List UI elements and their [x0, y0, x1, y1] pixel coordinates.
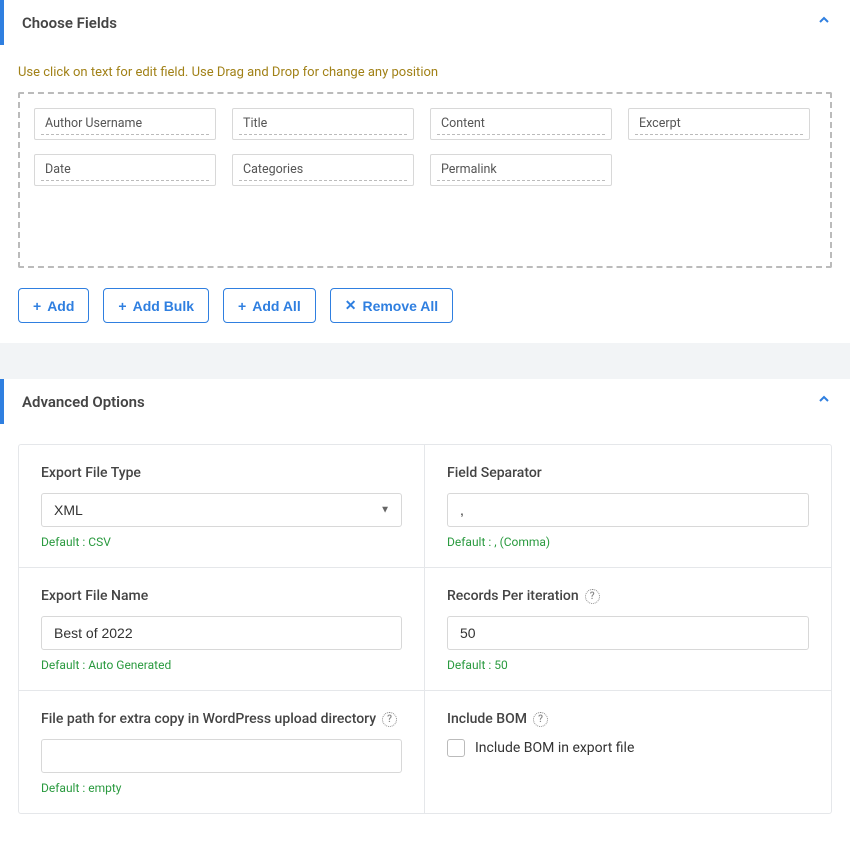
file-path-cell: File path for extra copy in WordPress up… — [19, 691, 425, 813]
add-button[interactable]: + Add — [18, 288, 89, 323]
field-separator-cell: Field Separator Default : , (Comma) — [425, 445, 831, 568]
choose-fields-title: Choose Fields — [22, 14, 117, 32]
options-grid: Export File Type XML ▼ Default : CSV Fie… — [18, 444, 832, 814]
remove-all-button-label: Remove All — [362, 298, 438, 314]
plus-icon: + — [118, 298, 126, 314]
advanced-options-title: Advanced Options — [22, 393, 145, 411]
include-bom-label-text: Include BOM — [447, 711, 527, 727]
advanced-options-body: Export File Type XML ▼ Default : CSV Fie… — [0, 424, 850, 834]
add-all-button-label: Add All — [252, 298, 300, 314]
field-chip-author-username[interactable]: Author Username — [34, 108, 216, 140]
field-label: Excerpt — [635, 113, 803, 135]
file-path-label: File path for extra copy in WordPress up… — [41, 711, 402, 727]
help-icon[interactable]: ? — [585, 589, 600, 604]
field-label: Author Username — [41, 113, 209, 135]
field-separator-input[interactable] — [447, 493, 809, 527]
advanced-options-panel: Advanced Options Export File Type XML ▼ … — [0, 379, 850, 834]
records-per-iteration-cell: Records Per iteration ? Default : 50 — [425, 568, 831, 691]
plus-icon: + — [33, 298, 41, 314]
export-file-type-select-wrap: XML ▼ — [41, 493, 402, 527]
help-icon[interactable]: ? — [533, 712, 548, 727]
fields-grid: Author Username Title Content Excerpt Da… — [34, 108, 816, 186]
export-file-type-select[interactable]: XML — [41, 493, 402, 527]
export-file-name-default: Default : Auto Generated — [41, 658, 402, 672]
help-icon[interactable]: ? — [382, 712, 397, 727]
export-file-name-input[interactable] — [41, 616, 402, 650]
records-per-iteration-input[interactable] — [447, 616, 809, 650]
include-bom-checkbox-label: Include BOM in export file — [475, 740, 634, 756]
field-chip-date[interactable]: Date — [34, 154, 216, 186]
field-separator-default: Default : , (Comma) — [447, 535, 809, 549]
fields-dropzone[interactable]: Author Username Title Content Excerpt Da… — [18, 92, 832, 268]
field-chip-categories[interactable]: Categories — [232, 154, 414, 186]
chevron-up-icon[interactable] — [816, 12, 832, 33]
add-bulk-button-label: Add Bulk — [133, 298, 194, 314]
divider-band — [0, 343, 850, 379]
file-path-default: Default : empty — [41, 781, 402, 795]
add-bulk-button[interactable]: + Add Bulk — [103, 288, 209, 323]
field-chip-title[interactable]: Title — [232, 108, 414, 140]
export-file-name-cell: Export File Name Default : Auto Generate… — [19, 568, 425, 691]
field-chip-permalink[interactable]: Permalink — [430, 154, 612, 186]
field-label: Date — [41, 159, 209, 181]
export-file-type-label: Export File Type — [41, 465, 402, 481]
export-file-type-default: Default : CSV — [41, 535, 402, 549]
remove-all-button[interactable]: ✕ Remove All — [330, 288, 453, 323]
chevron-up-icon[interactable] — [816, 391, 832, 412]
field-chip-content[interactable]: Content — [430, 108, 612, 140]
include-bom-label: Include BOM ? — [447, 711, 809, 727]
plus-icon: + — [238, 298, 246, 314]
add-all-button[interactable]: + Add All — [223, 288, 316, 323]
field-action-buttons: + Add + Add Bulk + Add All ✕ Remove All — [18, 288, 832, 323]
include-bom-checkbox[interactable] — [447, 739, 465, 757]
file-path-label-text: File path for extra copy in WordPress up… — [41, 711, 376, 727]
export-file-name-label: Export File Name — [41, 588, 402, 604]
choose-fields-body: Use click on text for edit field. Use Dr… — [0, 45, 850, 343]
export-file-type-cell: Export File Type XML ▼ Default : CSV — [19, 445, 425, 568]
records-per-iteration-default: Default : 50 — [447, 658, 809, 672]
field-label: Title — [239, 113, 407, 135]
field-chip-excerpt[interactable]: Excerpt — [628, 108, 810, 140]
add-button-label: Add — [47, 298, 74, 314]
file-path-input[interactable] — [41, 739, 402, 773]
field-label: Permalink — [437, 159, 605, 181]
include-bom-checkbox-row: Include BOM in export file — [447, 739, 809, 757]
helper-text: Use click on text for edit field. Use Dr… — [18, 65, 832, 80]
field-label: Content — [437, 113, 605, 135]
include-bom-cell: Include BOM ? Include BOM in export file — [425, 691, 831, 813]
field-separator-label: Field Separator — [447, 465, 809, 481]
choose-fields-panel: Choose Fields Use click on text for edit… — [0, 0, 850, 343]
records-per-iteration-label-text: Records Per iteration — [447, 588, 579, 604]
x-icon: ✕ — [345, 297, 357, 314]
field-label: Categories — [239, 159, 407, 181]
choose-fields-header[interactable]: Choose Fields — [0, 0, 850, 45]
records-per-iteration-label: Records Per iteration ? — [447, 588, 809, 604]
advanced-options-header[interactable]: Advanced Options — [0, 379, 850, 424]
